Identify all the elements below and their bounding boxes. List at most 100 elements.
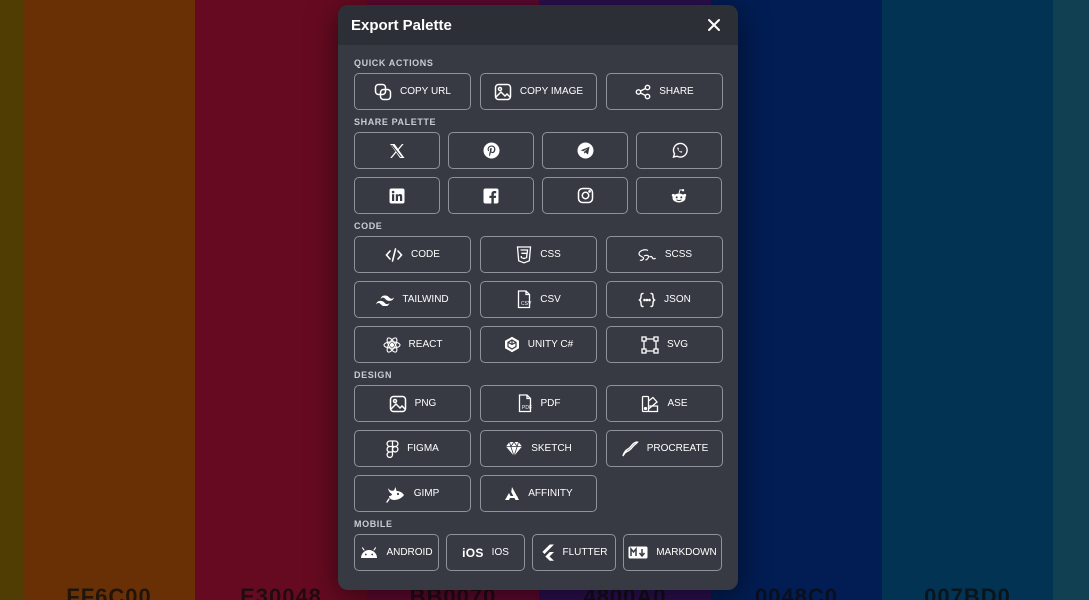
button-label: PROCREATE [646,443,709,454]
share-whatsapp-button[interactable] [636,132,722,169]
button-label: SHARE [659,86,694,97]
svg-text:CSV: CSV [521,301,532,307]
section-design: DESIGN PNG PDF PDF ASE FIGMA SKETCH PROC… [354,369,723,512]
export-procreate-button[interactable]: PROCREATE [606,430,723,467]
button-label: CSS [540,249,561,260]
export-android-button[interactable]: ANDROID [354,534,439,571]
share-pinterest-button[interactable] [448,132,534,169]
button-label: REACT [408,339,443,350]
figma-icon [386,439,399,458]
export-flutter-button[interactable]: FLUTTER [532,534,616,571]
button-label: PNG [414,398,437,409]
button-label: CODE [411,249,440,260]
sketch-icon [506,440,523,457]
whatsapp-icon [671,142,688,158]
share-instagram-button[interactable] [542,177,628,214]
svg-vector-icon [641,335,659,354]
button-label: MARKDOWN [656,547,717,558]
export-unity-button[interactable]: UNITY C# [480,326,597,363]
facebook-icon [483,188,499,204]
copy-image-button[interactable]: COPY IMAGE [480,73,597,110]
dialog-title: Export Palette [351,16,452,34]
export-ase-button[interactable]: ASE [606,385,723,422]
section-share-palette: SHARE PALETTE [354,116,722,214]
button-label: IOS [491,547,509,558]
pinterest-icon [483,142,499,159]
button-label: JSON [664,294,691,305]
gimp-icon [386,486,404,503]
section-label: MOBILE [354,519,393,529]
css3-icon [517,245,532,263]
share-reddit-button[interactable] [636,177,722,214]
close-button[interactable] [703,14,725,36]
export-scss-button[interactable]: SCSS [606,236,723,273]
export-sketch-button[interactable]: SKETCH [480,430,597,467]
export-palette-dialog: Export Palette QUICK ACTIONS COPY URL CO… [338,5,738,590]
section-label: DESIGN [354,370,393,380]
linkedin-icon [389,188,405,203]
section-code: CODE CODE CSS SCSS TAILWIND CSV CSV JSON… [354,220,723,363]
sass-icon [638,248,656,261]
affinity-icon [505,486,520,500]
export-pdf-button[interactable]: PDF PDF [480,385,597,422]
unity-icon [504,336,519,353]
button-label: TAILWIND [402,294,449,305]
section-quick-actions: QUICK ACTIONS COPY URL COPY IMAGE SHARE [354,57,723,110]
button-label: ANDROID [386,547,433,558]
section-label: QUICK ACTIONS [354,58,434,68]
reddit-icon [671,188,687,202]
button-label: FLUTTER [562,547,608,558]
section-label: CODE [354,221,383,231]
image-icon [494,83,512,100]
section-label: SHARE PALETTE [354,117,437,127]
export-affinity-button[interactable]: AFFINITY [480,475,597,512]
png-image-icon [389,395,406,412]
csv-file-icon: CSV [518,290,532,309]
button-label: ASE [667,398,688,409]
section-mobile: MOBILE ANDROID iOS IOS FLUTTER MARKDOWN [354,518,722,571]
share-facebook-button[interactable] [448,177,534,214]
export-css-button[interactable]: CSS [480,236,597,273]
link-icon [374,83,392,100]
share-linkedin-button[interactable] [354,177,440,214]
instagram-icon [577,187,593,204]
export-tailwind-button[interactable]: TAILWIND [354,281,471,318]
close-icon [708,19,720,31]
button-label: COPY URL [400,86,451,97]
button-label: AFFINITY [528,488,573,499]
export-code-button[interactable]: CODE [354,236,471,273]
button-label: PDF [540,398,561,409]
ios-icon: iOS [462,545,484,560]
react-icon [382,336,401,353]
export-svg-button[interactable]: SVG [606,326,723,363]
button-label: GIMP [413,488,440,499]
button-label: SKETCH [531,443,572,454]
export-react-button[interactable]: REACT [354,326,471,363]
share-x-button[interactable] [354,132,440,169]
export-png-button[interactable]: PNG [354,385,471,422]
button-label: UNITY C# [527,339,574,350]
button-label: CSV [540,294,561,305]
x-twitter-icon [390,143,405,158]
button-label: FIGMA [407,443,439,454]
export-figma-button[interactable]: FIGMA [354,430,471,467]
export-json-button[interactable]: JSON [606,281,723,318]
button-label: SVG [666,339,689,350]
share-button[interactable]: SHARE [606,73,723,110]
dialog-header: Export Palette [338,5,738,45]
android-icon [361,546,378,558]
export-csv-button[interactable]: CSV CSV [480,281,597,318]
export-ios-button[interactable]: iOS IOS [446,534,525,571]
export-markdown-button[interactable]: MARKDOWN [623,534,722,571]
copy-url-button[interactable]: COPY URL [354,73,471,110]
tailwind-icon [376,295,395,306]
code-icon [385,247,403,262]
export-gimp-button[interactable]: GIMP [354,475,471,512]
share-icon [635,84,651,99]
share-telegram-button[interactable] [542,132,628,169]
flutter-icon [541,544,554,561]
svg-text:PDF: PDF [522,405,532,411]
ase-swatch-icon [642,395,659,412]
json-icon [638,292,656,307]
button-label: SCSS [664,249,693,260]
